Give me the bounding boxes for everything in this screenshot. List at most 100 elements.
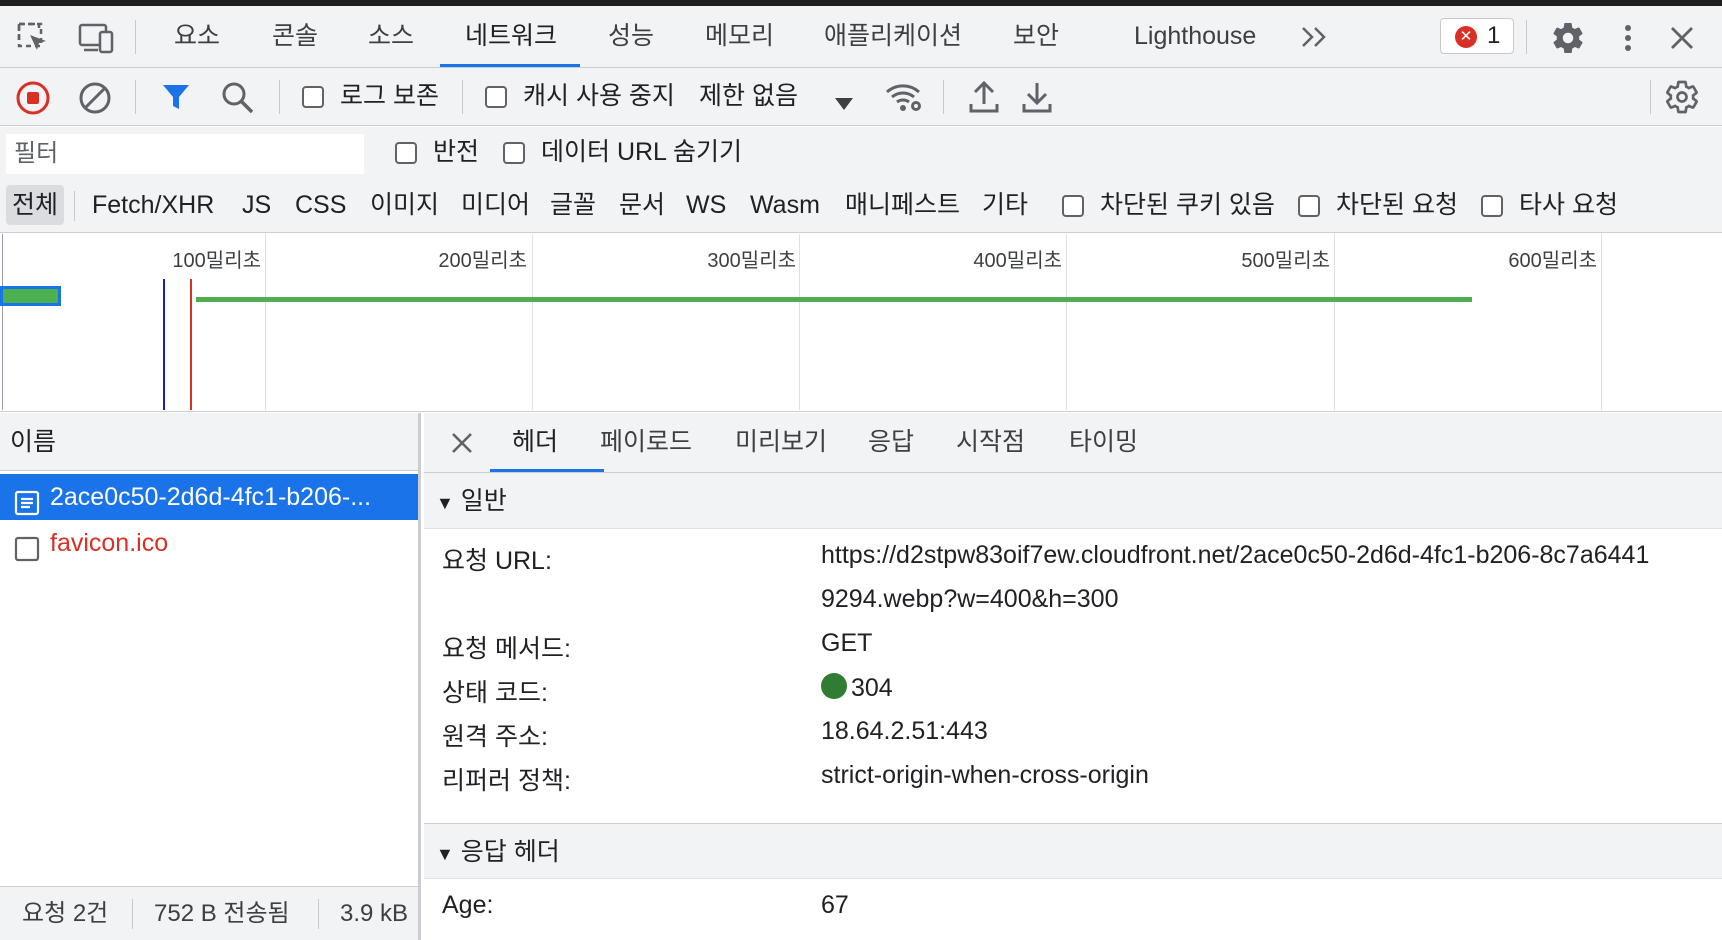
type-filter-ws[interactable]: WS: [686, 185, 726, 225]
import-har-upload-icon[interactable]: [968, 80, 1000, 121]
timeline-tick-label: 200밀리초: [438, 250, 527, 272]
request-row[interactable]: 2ace0c50-2d6d-4fc1-b206-...: [0, 474, 418, 520]
resource-type-filter-bar: 전체 Fetch/XHR JS CSS 이미지 미디어 글꼴 문서 WS Was…: [0, 179, 1722, 233]
response-headers-section-title: 응답 헤더: [460, 838, 560, 866]
resources-size: 3.9 kB: [340, 900, 409, 927]
type-filter-all[interactable]: 전체: [6, 185, 65, 225]
expand-triangle-icon: ▼: [436, 493, 454, 513]
network-toolbar: 로그 보존 캐시 사용 중지 제한 없음: [0, 68, 1722, 126]
remote-address-value: 18.64.2.51:443: [821, 717, 988, 745]
type-filter-docs[interactable]: 문서: [619, 185, 665, 225]
toolbar-divider: [1650, 80, 1651, 114]
chevron-double-right-icon[interactable]: [1300, 24, 1330, 57]
type-filter-js[interactable]: JS: [242, 185, 271, 225]
hide-data-urls-checkbox[interactable]: [503, 142, 525, 164]
toolbar-divider: [462, 80, 463, 114]
details-tab-bar: 헤더 페이로드 미리보기 응답 시작점 타이밍: [424, 413, 1722, 473]
clear-icon[interactable]: [77, 80, 113, 123]
load-event-marker: [190, 279, 192, 410]
throttling-select[interactable]: 제한 없음: [699, 68, 798, 124]
tab-preview[interactable]: 미리보기: [735, 413, 827, 471]
tab-elements[interactable]: 요소: [174, 6, 220, 68]
close-devtools-icon[interactable]: [1668, 24, 1696, 59]
dropdown-arrow-icon[interactable]: [834, 90, 854, 118]
response-header-key: Age:: [442, 891, 494, 919]
tab-sources[interactable]: 소스: [368, 6, 414, 68]
tab-security[interactable]: 보안: [1013, 6, 1059, 68]
type-filter-images[interactable]: 이미지: [370, 185, 439, 225]
transferred-size: 752 B 전송됨: [154, 900, 290, 927]
blocked-requests-label: 차단된 요청: [1336, 191, 1458, 219]
referrer-policy-value: strict-origin-when-cross-origin: [821, 761, 1149, 789]
type-filter-divider: [74, 191, 75, 221]
name-column-header[interactable]: 이름: [0, 413, 418, 471]
tab-initiator[interactable]: 시작점: [956, 413, 1025, 471]
timeline-tick-label: 500밀리초: [1241, 250, 1330, 272]
inspect-element-icon[interactable]: [16, 21, 50, 62]
tab-network[interactable]: 네트워크: [465, 6, 557, 68]
type-filter-manifest[interactable]: 매니페스트: [845, 185, 960, 225]
type-filter-other[interactable]: 기타: [982, 185, 1028, 225]
disable-cache-checkbox[interactable]: [485, 86, 507, 108]
request-row[interactable]: favicon.ico: [0, 520, 418, 566]
dom-content-loaded-marker: [163, 279, 165, 410]
tab-timing[interactable]: 타이밍: [1069, 413, 1138, 471]
filter-bar: 반전 데이터 URL 숨기기: [0, 127, 1722, 179]
summary-divider: [318, 899, 319, 929]
general-section-header[interactable]: ▼ 일반: [424, 473, 1722, 529]
invert-checkbox[interactable]: [395, 142, 417, 164]
type-filter-wasm[interactable]: Wasm: [750, 185, 820, 225]
preserve-log-checkbox[interactable]: [302, 86, 324, 108]
error-icon: ✕: [1455, 26, 1477, 48]
hide-data-urls-label: 데이터 URL 숨기기: [541, 138, 742, 166]
status-code-key: 상태 코드:: [442, 679, 548, 707]
invert-label: 반전: [433, 138, 480, 166]
close-details-icon[interactable]: [450, 431, 474, 462]
status-code: 304: [851, 674, 893, 702]
export-har-download-icon[interactable]: [1021, 80, 1053, 121]
device-toolbar-icon[interactable]: [78, 22, 116, 61]
blocked-cookies-label: 차단된 쿠키 있음: [1100, 191, 1275, 219]
disable-cache-label: 캐시 사용 중지: [523, 82, 675, 110]
timeline-gridline: [265, 234, 266, 410]
timeline-tick-label: 100밀리초: [172, 250, 261, 272]
tabbar-divider: [135, 20, 136, 54]
filter-funnel-icon[interactable]: [160, 81, 192, 120]
request-method-key: 요청 메서드:: [442, 635, 571, 663]
tab-response[interactable]: 응답: [868, 413, 914, 471]
document-icon: [14, 485, 40, 520]
error-count-badge[interactable]: ✕ 1: [1440, 18, 1514, 54]
tab-lighthouse[interactable]: Lighthouse: [1134, 6, 1256, 68]
general-section-title: 일반: [460, 487, 507, 515]
blank-file-icon: [14, 531, 40, 566]
tab-payload[interactable]: 페이로드: [600, 413, 692, 471]
response-headers-section-header[interactable]: ▼ 응답 헤더: [424, 823, 1722, 879]
timeline-gridline: [799, 234, 800, 410]
timeline-tick-label: 600밀리초: [1508, 250, 1597, 272]
summary-divider: [132, 899, 133, 929]
type-filter-css[interactable]: CSS: [295, 185, 346, 225]
network-conditions-wifi-icon[interactable]: [884, 80, 924, 121]
third-party-checkbox[interactable]: [1481, 195, 1503, 217]
settings-gear-icon[interactable]: [1550, 20, 1586, 63]
tab-application[interactable]: 애플리케이션: [824, 6, 962, 68]
type-filter-media[interactable]: 미디어: [461, 185, 530, 225]
tab-headers[interactable]: 헤더: [512, 413, 558, 471]
type-filter-fonts[interactable]: 글꼴: [550, 185, 596, 225]
timeline-request-bar: [0, 286, 61, 306]
blocked-cookies-checkbox[interactable]: [1062, 195, 1084, 217]
tab-memory[interactable]: 메모리: [705, 6, 774, 68]
tab-console[interactable]: 콘솔: [272, 6, 318, 68]
more-options-icon[interactable]: [1620, 22, 1636, 61]
timeline-tick-label: 400밀리초: [973, 250, 1062, 272]
search-icon[interactable]: [220, 80, 256, 123]
stop-recording-icon[interactable]: [15, 80, 51, 123]
blocked-requests-checkbox[interactable]: [1298, 195, 1320, 217]
tab-performance[interactable]: 성능: [608, 6, 654, 68]
network-overview-timeline[interactable]: 100밀리초 200밀리초 300밀리초 400밀리초 500밀리초 600밀리…: [0, 234, 1722, 412]
filter-input[interactable]: [6, 134, 364, 174]
timeline-tick-label: 300밀리초: [707, 250, 796, 272]
referrer-policy-key: 리퍼러 정책:: [442, 767, 571, 795]
network-settings-gear-icon[interactable]: [1664, 79, 1700, 122]
type-filter-fetch-xhr[interactable]: Fetch/XHR: [92, 185, 214, 225]
